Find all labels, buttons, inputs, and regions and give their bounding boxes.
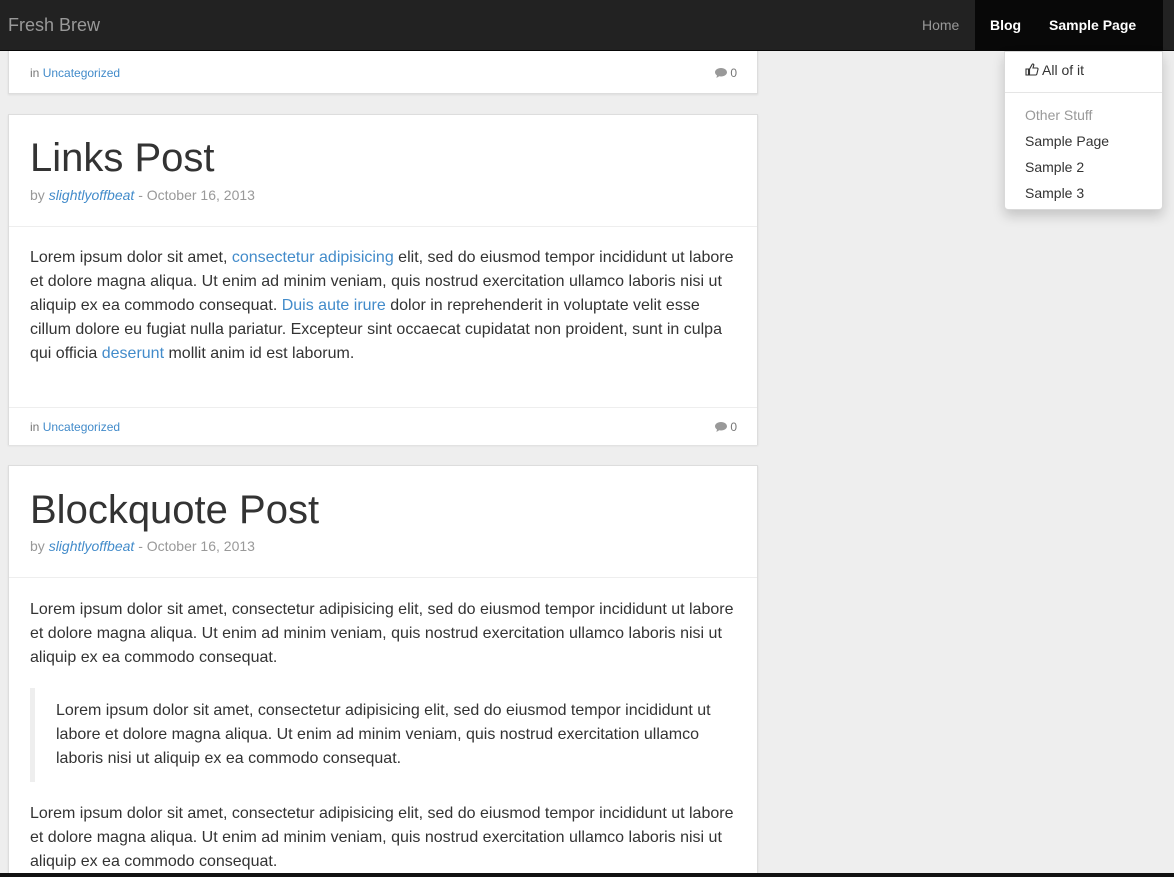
nav-sample-page-dropdown[interactable]: Sample Page: [1034, 0, 1163, 79]
comment-icon: [715, 422, 728, 432]
dropdown-header: Other Stuff: [1025, 107, 1093, 123]
author-link[interactable]: slightlyoffbeat: [49, 538, 135, 554]
post-paragraph: Lorem ipsum dolor sit amet, consectetur …: [30, 601, 734, 666]
post-paragraph: Lorem ipsum dolor sit amet, consectetur …: [30, 805, 734, 870]
body-link[interactable]: consectetur adipisicing: [232, 249, 394, 266]
comment-count[interactable]: 0: [715, 420, 737, 434]
blockquote: Lorem ipsum dolor sit amet, consectetur …: [30, 688, 720, 782]
post-footer: in Uncategorized 0: [9, 407, 757, 445]
post-meta: by slightlyoffbeat - October 16, 2013: [30, 187, 255, 203]
thumbs-up-icon: [1025, 63, 1039, 76]
body-link[interactable]: deserunt: [102, 345, 164, 362]
author-link[interactable]: slightlyoffbeat: [49, 187, 135, 203]
post-title[interactable]: Blockquote Post: [30, 488, 319, 532]
post-title[interactable]: Links Post: [30, 136, 215, 180]
body-link[interactable]: Duis aute irure: [282, 297, 386, 314]
divider: [9, 577, 757, 578]
brand-link[interactable]: Fresh Brew: [8, 14, 100, 36]
comment-count[interactable]: 0: [715, 66, 737, 80]
post-category: in Uncategorized: [30, 420, 121, 434]
dropdown-item-all-of-it[interactable]: All of it: [1025, 60, 1084, 80]
post-panel-blockquote: Blockquote Post by slightlyoffbeat - Oct…: [8, 465, 758, 877]
comment-icon: [715, 68, 728, 78]
post-date: - October 16, 2013: [138, 538, 255, 554]
dropdown-item-sample-page[interactable]: Sample Page: [1025, 131, 1109, 151]
top-navbar: Fresh Brew Home Blog Sample Page: [0, 0, 1174, 79]
divider: [9, 226, 757, 227]
category-link[interactable]: Uncategorized: [43, 420, 120, 434]
nav-home[interactable]: Home: [907, 0, 974, 50]
post-meta: by slightlyoffbeat - October 16, 2013: [30, 538, 255, 554]
dropdown-divider: [1005, 92, 1162, 93]
nav-blog[interactable]: Blog: [975, 0, 1037, 50]
post-category: in Uncategorized: [30, 66, 121, 80]
post-footer: in Uncategorized 0: [9, 54, 757, 92]
dropdown-item-sample-2[interactable]: Sample 2: [1025, 157, 1084, 177]
dropdown-item-sample-3[interactable]: Sample 3: [1025, 183, 1084, 203]
category-link[interactable]: Uncategorized: [43, 66, 120, 80]
post-date: - October 16, 2013: [138, 187, 255, 203]
bottom-edge: [0, 873, 1174, 877]
post-panel-links: Links Post by slightlyoffbeat - October …: [8, 114, 758, 445]
post-body: Lorem ipsum dolor sit amet, consectetur …: [30, 249, 734, 362]
sample-page-dropdown-menu: All of it Other Stuff Sample Page Sample…: [1004, 51, 1163, 210]
